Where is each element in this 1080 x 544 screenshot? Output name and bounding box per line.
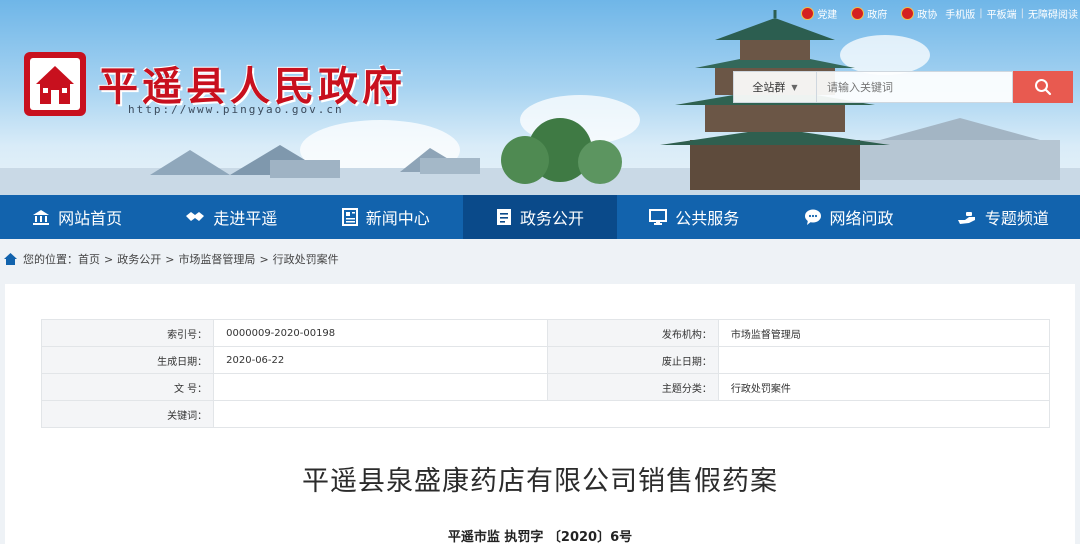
cppcc-emblem-icon: [901, 7, 915, 20]
table-row: 索引号： 0000009-2020-00198 发布机构： 市场监督管理局: [40, 319, 1051, 347]
search-box: 全站群 ▼: [733, 71, 1073, 103]
search-button[interactable]: [1013, 71, 1073, 103]
keywords-label: 关键词：: [40, 400, 215, 428]
search-scope-select[interactable]: 全站群 ▼: [733, 71, 817, 103]
created-date-value: 2020-06-22: [213, 346, 548, 374]
breadcrumb-separator: >: [165, 252, 175, 266]
nav-item-online-inquiry[interactable]: 网络问政: [771, 195, 925, 239]
government-logo-icon: [24, 52, 86, 116]
keywords-value: [213, 400, 1050, 428]
topic-value: 行政处罚案件: [717, 373, 1051, 401]
expiry-date-value: [717, 346, 1051, 374]
search-input[interactable]: [817, 71, 1013, 103]
top-link-cppcc[interactable]: 政协: [901, 6, 937, 21]
top-link-accessibility[interactable]: 无障碍阅读: [1028, 6, 1078, 21]
monitor-icon: [649, 208, 668, 226]
breadcrumb: 您的位置： 首页 > 政务公开 > 市场监督管理局 > 行政处罚案件: [0, 248, 339, 270]
doc-number-value: [213, 373, 548, 401]
created-date-label: 生成日期：: [40, 346, 215, 374]
hand-icon: [957, 208, 977, 226]
topic-label: 主题分类：: [546, 373, 719, 401]
header-banner: 平遥县人民政府 http://www.pingyao.gov.cn 党建 政府 …: [0, 0, 1080, 195]
nav-item-news[interactable]: 新闻中心: [309, 195, 463, 239]
breadcrumb-separator: >: [259, 252, 269, 266]
breadcrumb-penalty-cases[interactable]: 行政处罚案件: [273, 251, 339, 267]
doc-number-label: 文 号：: [40, 373, 215, 401]
nav-item-gov-affairs[interactable]: 政务公开: [462, 195, 618, 239]
party-emblem-icon: [801, 7, 815, 20]
publisher-value: 市场监督管理局: [717, 319, 1051, 347]
table-row: 关键词：: [40, 400, 1050, 428]
table-row: 文 号： 主题分类： 行政处罚案件: [40, 373, 1051, 401]
article-title: 平遥县泉盛康药店有限公司销售假药案: [302, 466, 778, 497]
expiry-date-label: 废止日期：: [546, 346, 719, 374]
top-link-mobile[interactable]: 手机版: [945, 6, 975, 21]
nav-item-special-channel[interactable]: 专题频道: [926, 195, 1080, 239]
document-meta-table: 索引号： 0000009-2020-00198 发布机构： 市场监督管理局 生成…: [40, 319, 1051, 428]
breadcrumb-home[interactable]: 首页: [78, 251, 100, 267]
main-nav: 网站首页 走进平遥 新闻中心 政务公开 公共服务 网络问政 专题频道: [0, 195, 1080, 239]
home-bank-icon: [32, 208, 50, 226]
top-link-party[interactable]: 党建: [801, 6, 837, 21]
nav-item-home[interactable]: 网站首页: [0, 195, 154, 239]
top-link-tablet[interactable]: 平板端: [987, 6, 1017, 21]
breadcrumb-gov-affairs[interactable]: 政务公开: [117, 251, 161, 267]
nav-item-public-service[interactable]: 公共服务: [617, 195, 771, 239]
breadcrumb-market-supervision[interactable]: 市场监督管理局: [178, 251, 255, 267]
separator: |: [979, 8, 983, 19]
top-link-government[interactable]: 政府: [851, 6, 887, 21]
newspaper-icon: [341, 208, 358, 226]
chat-icon: [804, 208, 822, 226]
document-icon: [496, 208, 512, 226]
nav-item-about[interactable]: 走进平遥: [154, 195, 308, 239]
content-panel: 索引号： 0000009-2020-00198 发布机构： 市场监督管理局 生成…: [5, 284, 1075, 544]
top-links: 党建 政府 政协 手机版 | 平板端 | 无障碍阅读: [787, 6, 1078, 21]
handshake-icon: [185, 208, 205, 226]
article-doc-number: 平遥市监 执罚字 〔2020〕6号: [447, 530, 633, 544]
separator: |: [1020, 8, 1024, 19]
national-emblem-icon: [851, 7, 865, 20]
site-url: http://www.pingyao.gov.cn: [128, 103, 344, 116]
index-number-label: 索引号：: [40, 319, 215, 347]
home-icon: [4, 253, 17, 265]
breadcrumb-prefix: 您的位置：: [23, 253, 78, 266]
publisher-label: 发布机构：: [546, 319, 719, 347]
search-icon: [1035, 79, 1052, 96]
breadcrumb-separator: >: [104, 252, 114, 266]
chevron-down-icon: ▼: [791, 82, 798, 92]
index-number-value: 0000009-2020-00198: [213, 319, 548, 347]
table-row: 生成日期： 2020-06-22 废止日期：: [40, 346, 1051, 374]
